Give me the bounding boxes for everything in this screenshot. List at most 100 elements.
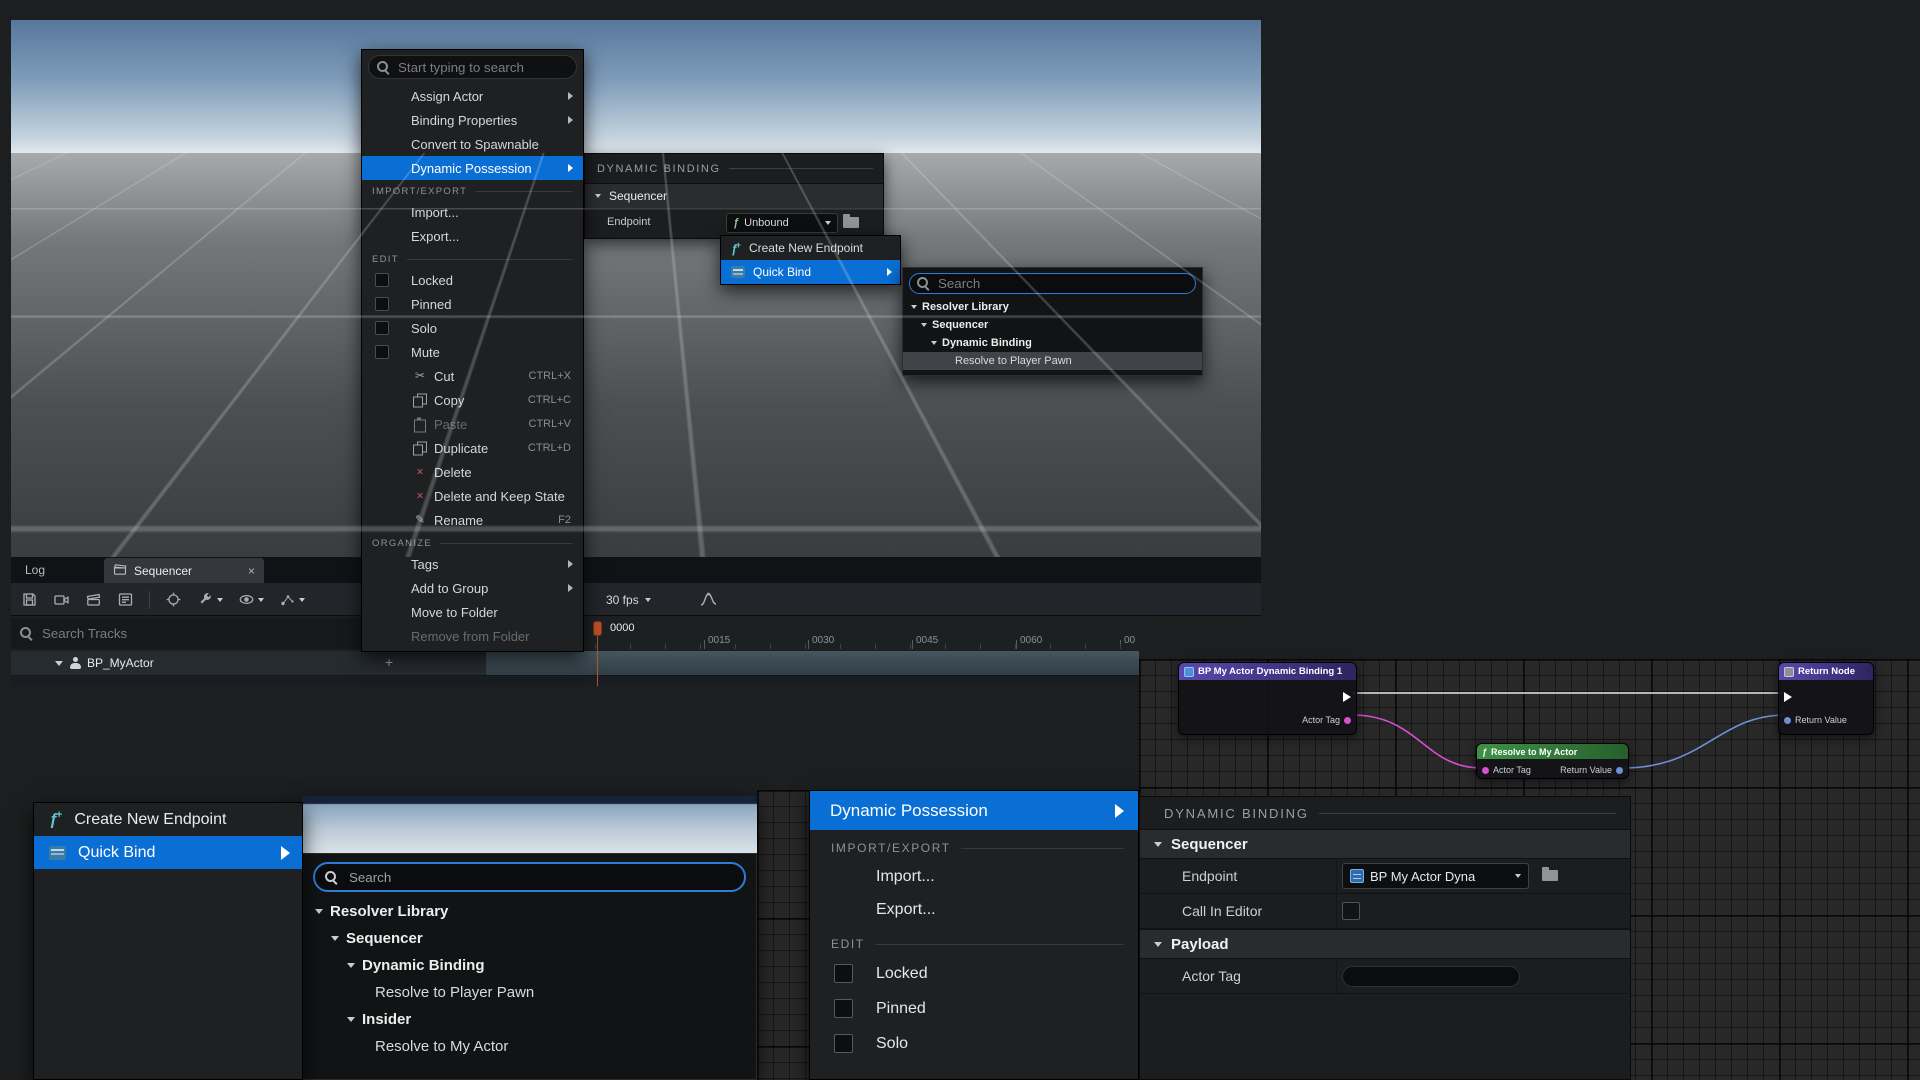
menu-item-paste[interactable]: Paste CTRL+V <box>362 412 583 436</box>
curve-editor-icon[interactable] <box>699 590 718 614</box>
tree-item-resolver-library[interactable]: Resolver Library <box>903 298 1202 316</box>
menu-item-pinned[interactable]: Pinned <box>362 292 583 316</box>
menu-item-export[interactable]: Export... <box>362 224 583 248</box>
save-icon[interactable] <box>21 591 38 608</box>
menu-item-delete-keep-state[interactable]: × Delete and Keep State <box>362 484 583 508</box>
tab-log[interactable]: Log <box>11 557 59 583</box>
checkbox[interactable] <box>834 999 853 1018</box>
expander-triangle-icon <box>911 305 917 309</box>
tree-item-sequencer[interactable]: Sequencer <box>303 925 756 952</box>
popup-search-box[interactable] <box>909 273 1196 294</box>
delete-icon: × <box>412 465 428 480</box>
menu-item-label: Binding Properties <box>411 113 517 128</box>
checkbox[interactable] <box>1342 902 1360 920</box>
menu-item-remove-from-folder[interactable]: Remove from Folder <box>362 624 583 648</box>
menu-item-mute[interactable]: Mute <box>362 340 583 364</box>
tree-item-resolve-to-player-pawn[interactable]: Resolve to Player Pawn <box>303 979 756 1006</box>
pin-label: Return Value <box>1795 715 1847 725</box>
eye-icon[interactable] <box>238 591 264 608</box>
tree-item-resolve-to-my-actor[interactable]: Resolve to My Actor <box>303 1033 756 1060</box>
actor-tag-in-pin[interactable]: Actor Tag <box>1482 765 1531 775</box>
menu-item-import[interactable]: Import... <box>362 200 583 224</box>
camera-icon[interactable] <box>53 591 70 608</box>
playhead-marker[interactable] <box>593 621 602 636</box>
menu-item-solo[interactable]: Solo <box>810 1026 1138 1061</box>
popup-search-box[interactable] <box>313 862 746 892</box>
menu-item-export[interactable]: Export... <box>810 893 1138 926</box>
menu-item-dynamic-possession[interactable]: Dynamic Possession <box>810 791 1138 830</box>
exec-out-pin[interactable] <box>1343 692 1351 702</box>
close-tab-icon[interactable]: × <box>248 564 255 578</box>
actor-tag-input[interactable] <box>1342 966 1520 987</box>
menu-item-quick-bind[interactable]: Quick Bind <box>34 836 302 869</box>
return-value-out-pin[interactable]: Return Value <box>1560 765 1623 775</box>
browse-folder-icon[interactable] <box>1542 870 1558 881</box>
track-header-bp-myactor[interactable]: BP_MyActor + <box>11 651 486 676</box>
browse-folder-icon[interactable] <box>843 217 859 228</box>
menu-item-convert-to-spawnable[interactable]: Convert to Spawnable <box>362 132 583 156</box>
fps-dropdown[interactable]: 30 fps <box>600 589 657 610</box>
crosshair-icon[interactable] <box>165 591 182 608</box>
endpoint-dropdown[interactable]: BP My Actor Dyna <box>1342 863 1529 889</box>
menu-item-locked[interactable]: Locked <box>362 268 583 292</box>
tree-item-dynamic-binding[interactable]: Dynamic Binding <box>303 952 756 979</box>
checkbox[interactable] <box>834 964 853 983</box>
menu-item-import[interactable]: Import... <box>810 860 1138 893</box>
menu-item-create-new-endpoint[interactable]: ƒ+ Create New Endpoint <box>721 236 900 260</box>
caret-down-icon <box>217 598 223 602</box>
cut-icon: ✂ <box>412 369 428 384</box>
menu-item-duplicate[interactable]: Duplicate CTRL+D <box>362 436 583 460</box>
actor-tag-out-pin[interactable]: Actor Tag <box>1302 715 1351 725</box>
tree-item-resolver-library[interactable]: Resolver Library <box>303 898 756 925</box>
return-value-in-pin[interactable]: Return Value <box>1784 715 1847 725</box>
track-lane[interactable] <box>486 651 1139 676</box>
tab-log-label: Log <box>25 563 45 577</box>
list-board-icon[interactable] <box>117 591 134 608</box>
menu-item-assign-actor[interactable]: Assign Actor <box>362 84 583 108</box>
menu-item-move-to-folder[interactable]: Move to Folder <box>362 600 583 624</box>
menu-item-cut[interactable]: ✂ Cut CTRL+X <box>362 364 583 388</box>
menu-item-binding-properties[interactable]: Binding Properties <box>362 108 583 132</box>
node-resolve-to-my-actor[interactable]: ƒ Resolve to My Actor Actor Tag Return V… <box>1476 743 1629 779</box>
tick-label: 0030 <box>812 635 834 646</box>
exec-in-pin[interactable] <box>1784 692 1792 702</box>
menu-item-delete[interactable]: × Delete <box>362 460 583 484</box>
tree-item-insider[interactable]: Insider <box>303 1006 756 1033</box>
particles-icon[interactable] <box>279 591 305 608</box>
wrench-icon[interactable] <box>197 591 223 608</box>
menu-item-create-new-endpoint[interactable]: ƒ+ Create New Endpoint <box>34 803 302 836</box>
sequencer-category-row[interactable]: Sequencer <box>585 183 883 209</box>
menu-search-box[interactable] <box>368 55 577 79</box>
endpoint-dropdown[interactable]: ƒ Unbound <box>726 213 838 233</box>
actor-icon <box>69 657 82 670</box>
tree-item-resolve-to-player-pawn[interactable]: Resolve to Player Pawn <box>903 352 1202 370</box>
payload-category-row[interactable]: Payload <box>1140 929 1630 959</box>
add-track-button[interactable]: + <box>385 654 393 670</box>
checkbox[interactable] <box>375 273 389 287</box>
checkbox[interactable] <box>375 345 389 359</box>
menu-search-input[interactable] <box>396 59 568 76</box>
popup-search-input[interactable] <box>936 275 1188 292</box>
node-binding-event[interactable]: BP My Actor Dynamic Binding 1 Actor Tag <box>1178 662 1357 735</box>
sequencer-category-row[interactable]: Sequencer <box>1140 829 1630 859</box>
tab-sequencer[interactable]: Sequencer × <box>104 558 264 583</box>
menu-item-dynamic-possession[interactable]: Dynamic Possession <box>362 156 583 180</box>
menu-item-copy[interactable]: Copy CTRL+C <box>362 388 583 412</box>
menu-item-tags[interactable]: Tags <box>362 552 583 576</box>
checkbox[interactable] <box>834 1034 853 1053</box>
popup-search-input[interactable] <box>347 869 734 886</box>
menu-item-solo[interactable]: Solo <box>362 316 583 340</box>
node-return[interactable]: Return Node Return Value <box>1778 662 1874 735</box>
tree-item-dynamic-binding[interactable]: Dynamic Binding <box>903 334 1202 352</box>
checkbox[interactable] <box>375 297 389 311</box>
menu-item-rename[interactable]: ✎ Rename F2 <box>362 508 583 532</box>
menu-item-quick-bind[interactable]: Quick Bind <box>721 260 900 284</box>
slate-icon[interactable] <box>85 591 102 608</box>
quick-bind-popup: Resolver Library Sequencer Dynamic Bindi… <box>902 267 1203 376</box>
menu-item-locked[interactable]: Locked <box>810 956 1138 991</box>
tree-item-sequencer[interactable]: Sequencer <box>903 316 1202 334</box>
expander-triangle-icon[interactable] <box>55 661 63 666</box>
menu-item-pinned[interactable]: Pinned <box>810 991 1138 1026</box>
menu-item-add-to-group[interactable]: Add to Group <box>362 576 583 600</box>
checkbox[interactable] <box>375 321 389 335</box>
